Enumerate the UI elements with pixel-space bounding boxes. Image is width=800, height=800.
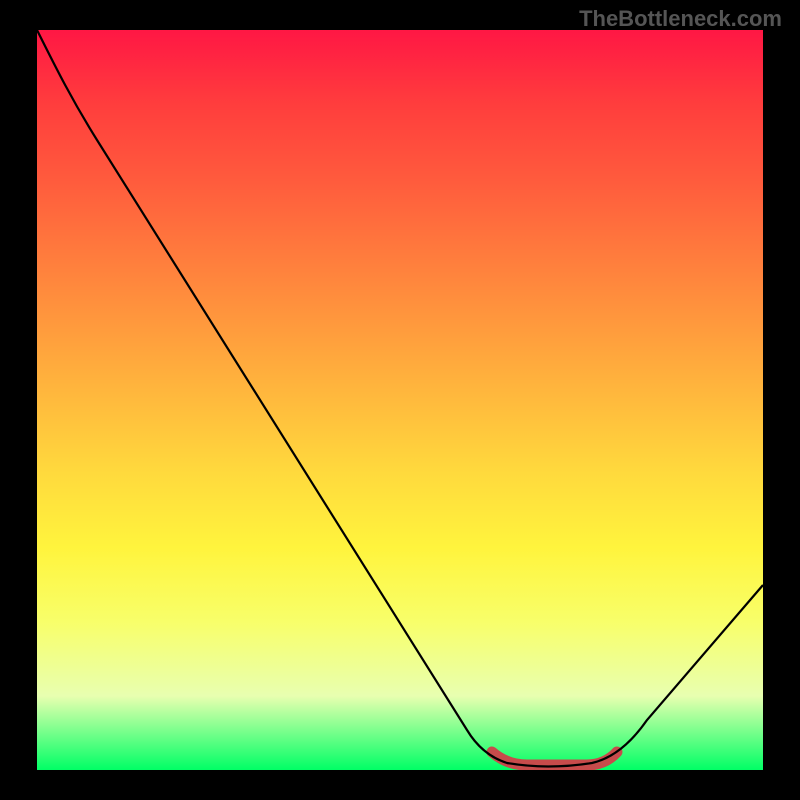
- chart-container: TheBottleneck.com: [0, 0, 800, 800]
- bottleneck-curve: [37, 30, 763, 767]
- curve-svg: [37, 30, 763, 770]
- watermark-text: TheBottleneck.com: [579, 6, 782, 32]
- plot-area: [37, 30, 763, 770]
